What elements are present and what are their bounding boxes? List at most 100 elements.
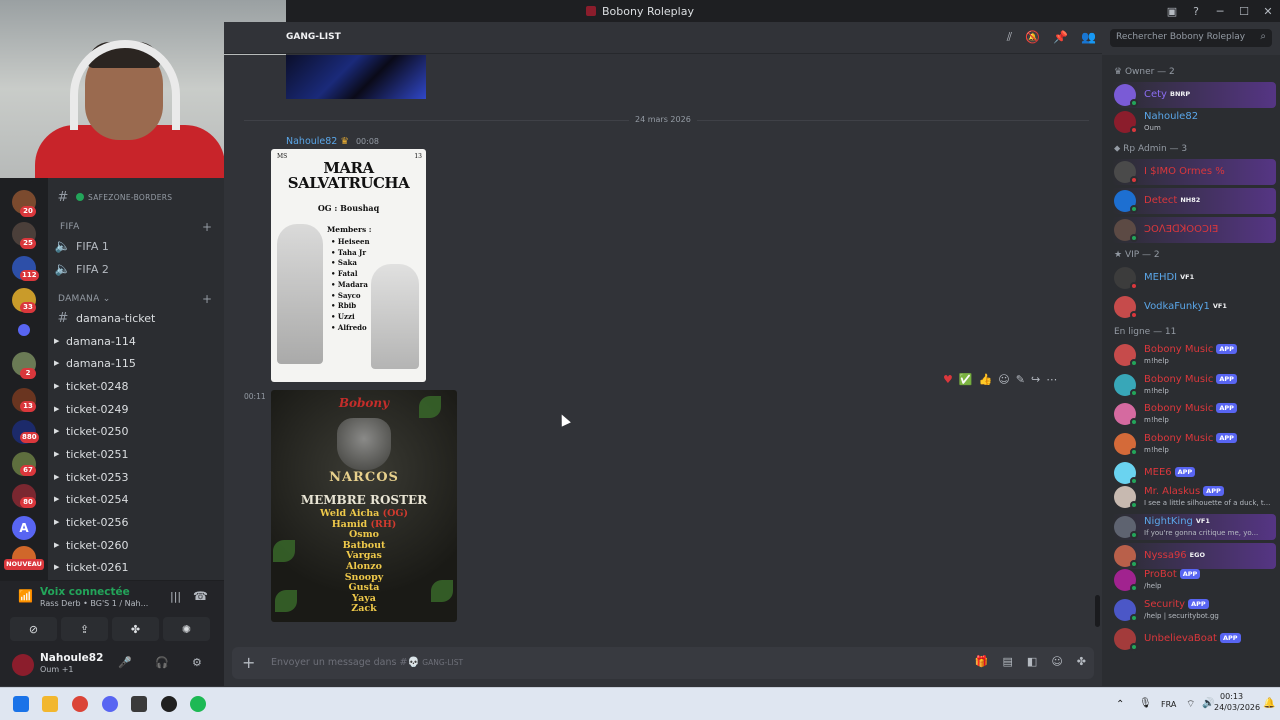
member-item[interactable]: Detect NH82 — [1112, 188, 1276, 214]
member-name-row: VodkaFunky1 VF1 — [1144, 301, 1227, 312]
search-input[interactable]: Rechercher Bobony Roleplay ⌕ — [1110, 29, 1272, 47]
apps-icon[interactable]: ✤ — [1077, 655, 1086, 668]
more-icon[interactable]: ⋯ — [1046, 373, 1057, 386]
discord-taskbar-icon[interactable] — [102, 696, 118, 712]
camera-off-icon[interactable]: ⊘ — [10, 617, 57, 641]
voice-channel-info[interactable]: Rass Derb • BG'S 1 / Nah... — [40, 599, 148, 608]
windows-start-icon[interactable] — [13, 696, 29, 712]
channel-ticket-0254[interactable]: ▶ ticket-0254 — [54, 489, 220, 509]
disconnect-icon[interactable]: ☎ — [193, 589, 208, 603]
channel-ticket-0253[interactable]: ▶ ticket-0253 — [54, 467, 220, 487]
chrome-icon[interactable] — [72, 696, 88, 712]
member-item[interactable]: UnbelievaBoat APP — [1112, 626, 1276, 652]
forward-icon[interactable]: ↪ — [1031, 373, 1040, 386]
member-item[interactable]: I $IMO Ormes % — [1112, 159, 1276, 185]
add-reaction-icon[interactable]: ☺ — [998, 373, 1009, 386]
signal-icon[interactable]: 📶 — [18, 589, 33, 603]
message-author[interactable]: Nahoule82 ♛ 00:08 — [286, 136, 379, 147]
channel-ticket-0248[interactable]: ▶ ticket-0248 — [54, 376, 220, 396]
channel-ticket-0249[interactable]: ▶ ticket-0249 — [54, 399, 220, 419]
noise-suppression-icon[interactable]: ||| — [170, 590, 181, 603]
member-item[interactable]: Nahoule82 Oum — [1112, 109, 1276, 135]
member-item[interactable]: MEE6 APP — [1112, 460, 1276, 486]
folder-icon[interactable] — [18, 324, 30, 336]
channel-ticket-0256[interactable]: ▶ ticket-0256 — [54, 512, 220, 532]
narcos-poster-image[interactable]: Bobony NARCOS MEMBRE ROSTER Weld Aicha (… — [271, 390, 457, 622]
threads-icon[interactable]: ⫽ — [1007, 30, 1012, 45]
gear-icon[interactable]: ⚙ — [192, 656, 202, 669]
activities-icon[interactable]: ✤ — [112, 617, 159, 641]
role-icon: ★ — [1114, 250, 1125, 260]
caret-icon: ▶ — [54, 382, 60, 390]
notifications-icon[interactable]: 🔕 — [1025, 30, 1040, 45]
message-composer[interactable]: + Envoyer un message dans #💀 GANG-LIST 🎁… — [232, 647, 1094, 679]
emoji-icon[interactable]: ☺ — [1051, 655, 1062, 668]
microphone-icon[interactable]: 🎙 — [1139, 698, 1152, 709]
avatar[interactable] — [12, 654, 34, 676]
help-icon[interactable]: ? — [1184, 5, 1208, 18]
voice-channel-fifa-2[interactable]: 🔈 FIFA 2 — [54, 259, 220, 279]
member-item[interactable]: Cety BNRP — [1112, 82, 1276, 108]
add-channel-icon[interactable]: + — [202, 292, 212, 306]
edit-icon[interactable]: ✎ — [1016, 373, 1025, 386]
soundboard-icon[interactable]: ✺ — [163, 617, 210, 641]
capcut-icon[interactable] — [131, 696, 147, 712]
add-channel-icon[interactable]: + — [202, 220, 212, 234]
member-item[interactable]: Bobony Music APP m!help — [1112, 372, 1276, 398]
category-fifa[interactable]: FIFA — [60, 222, 80, 232]
sticker-icon[interactable]: ◧ — [1027, 655, 1037, 668]
member-item[interactable]: Nyssa96 EGO — [1112, 543, 1276, 569]
minimize-button[interactable]: ─ — [1208, 5, 1232, 18]
pin-icon[interactable]: 📌 — [1053, 30, 1068, 45]
channel-damana-115[interactable]: ▶ damana-115 — [54, 353, 220, 373]
ms13-poster-image[interactable]: MS 13 MARA SALVATRUCHA OG : Boushaq Memb… — [271, 149, 426, 382]
member-name: Mr. Alaskus — [1144, 486, 1201, 497]
category-damana[interactable]: DAMANA ⌄ — [58, 294, 111, 304]
gift-icon[interactable]: 🎁 — [975, 655, 989, 668]
channel-damana-114[interactable]: ▶ damana-114 — [54, 331, 220, 351]
server-icon-a[interactable]: A — [12, 516, 36, 540]
notification-bell-icon[interactable]: 🔔 — [1263, 698, 1275, 709]
member-item[interactable]: Mr. Alaskus APP I see a little silhouette … — [1112, 484, 1276, 510]
member-item[interactable]: Bobony Music APP m!help — [1112, 342, 1276, 368]
channel-safezone-borders[interactable]: # SAFEZONE-BORDERS — [54, 187, 220, 207]
heart-reaction-icon[interactable]: ♥ — [943, 373, 953, 386]
screen-share-icon[interactable]: ⇪ — [61, 617, 108, 641]
message-image[interactable] — [286, 55, 426, 99]
clock-time[interactable]: 00:13 — [1220, 692, 1243, 701]
thumbs-up-reaction-icon[interactable]: 👍 — [979, 373, 993, 386]
maximize-button[interactable]: ☐ — [1232, 5, 1256, 18]
scrollbar-thumb[interactable] — [1095, 595, 1100, 627]
member-activity: m!help — [1144, 357, 1169, 365]
channel-ticket-0261[interactable]: ▶ ticket-0261 — [54, 557, 220, 577]
member-item[interactable]: Bobony Music APP m!help — [1112, 431, 1276, 457]
wifi-icon[interactable]: ⌔ — [1186, 698, 1195, 711]
mute-icon[interactable]: 🎤 — [118, 656, 132, 669]
channel-ticket-0260[interactable]: ▶ ticket-0260 — [54, 535, 220, 555]
deafen-icon[interactable]: 🎧 — [155, 656, 169, 669]
language-indicator[interactable]: FRA — [1161, 700, 1176, 709]
file-explorer-icon[interactable] — [42, 696, 58, 712]
tray-chevron-icon[interactable]: ⌃ — [1116, 699, 1124, 710]
volume-icon[interactable]: 🔊 — [1202, 698, 1214, 709]
clock-date[interactable]: 24/03/2026 — [1214, 703, 1260, 712]
spotify-icon[interactable] — [190, 696, 206, 712]
members-icon[interactable]: 👥 — [1081, 30, 1096, 45]
member-item[interactable]: MEHDI VF1 — [1112, 265, 1276, 291]
inbox-icon[interactable]: ▣ — [1160, 5, 1184, 18]
channel-ticket-0250[interactable]: ▶ ticket-0250 — [54, 421, 220, 441]
gif-icon[interactable]: ▤ — [1003, 655, 1013, 668]
check-reaction-icon[interactable]: ✅ — [959, 373, 973, 386]
member-item[interactable]: ƆOꓥƎꓷꓘOOƆIƎ — [1112, 217, 1276, 243]
obs-icon[interactable] — [161, 696, 177, 712]
member-item[interactable]: Bobony Music APP m!help — [1112, 401, 1276, 427]
member-item[interactable]: Security APP/help | securitybot.gg — [1112, 597, 1276, 623]
channel-ticket-0251[interactable]: ▶ ticket-0251 — [54, 444, 220, 464]
member-item[interactable]: ProBot APP/help — [1112, 567, 1276, 593]
add-attachment-icon[interactable]: + — [242, 653, 255, 672]
member-item[interactable]: VodkaFunky1 VF1 — [1112, 294, 1276, 320]
voice-channel-fifa-1[interactable]: 🔈 FIFA 1 — [54, 236, 220, 256]
channel-damana-ticket[interactable]: # damana-ticket — [54, 308, 220, 328]
close-button[interactable]: ✕ — [1256, 5, 1280, 18]
member-item[interactable]: NightKing VF1 If you're gonna critique me,… — [1112, 513, 1276, 540]
